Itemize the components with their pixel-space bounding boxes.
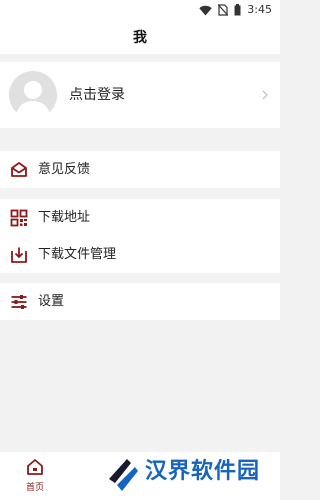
status-time: 3:45 — [247, 3, 272, 16]
qr-code-icon — [10, 209, 28, 227]
default-avatar-icon — [9, 71, 57, 119]
profile-login-card[interactable]: 点击登录 — [0, 62, 280, 128]
status-bar: 3:45 — [0, 0, 280, 20]
menu-label-download-address: 下载地址 — [38, 209, 91, 225]
watermark-text: 汉界软件园 — [145, 459, 261, 484]
nav-label-home: 首页 — [25, 483, 44, 493]
menu-item-download-manager[interactable]: 下载文件管理 — [0, 236, 280, 273]
watermark-logo-icon — [109, 459, 138, 491]
menu-item-feedback[interactable]: 意见反馈 — [0, 151, 280, 188]
battery-icon — [234, 4, 241, 16]
no-sim-icon — [218, 4, 229, 16]
sliders-icon — [11, 295, 27, 309]
status-icons: 3:45 — [199, 3, 272, 17]
wifi-icon — [199, 5, 212, 15]
watermark: 汉界软件园 — [105, 453, 275, 497]
nav-item-home[interactable]: 首页 — [10, 456, 60, 496]
home-icon — [27, 459, 43, 475]
page-title: 我 — [133, 30, 147, 46]
login-label: 点击登录 — [69, 87, 125, 103]
menu-group-downloads: 下载地址 下载文件管理 — [0, 199, 280, 273]
menu-group-feedback: 意见反馈 — [0, 151, 280, 188]
download-icon — [11, 247, 27, 263]
menu-label-download-manager: 下载文件管理 — [38, 246, 117, 262]
title-bar: 我 — [0, 20, 280, 54]
menu-item-download-address[interactable]: 下载地址 — [0, 199, 280, 236]
menu-label-settings: 设置 — [38, 293, 65, 309]
menu-group-settings: 设置 — [0, 283, 280, 320]
menu-label-feedback: 意见反馈 — [38, 161, 91, 177]
chevron-right-icon — [262, 90, 268, 100]
menu-item-settings[interactable]: 设置 — [0, 283, 280, 320]
mail-icon — [11, 162, 27, 177]
